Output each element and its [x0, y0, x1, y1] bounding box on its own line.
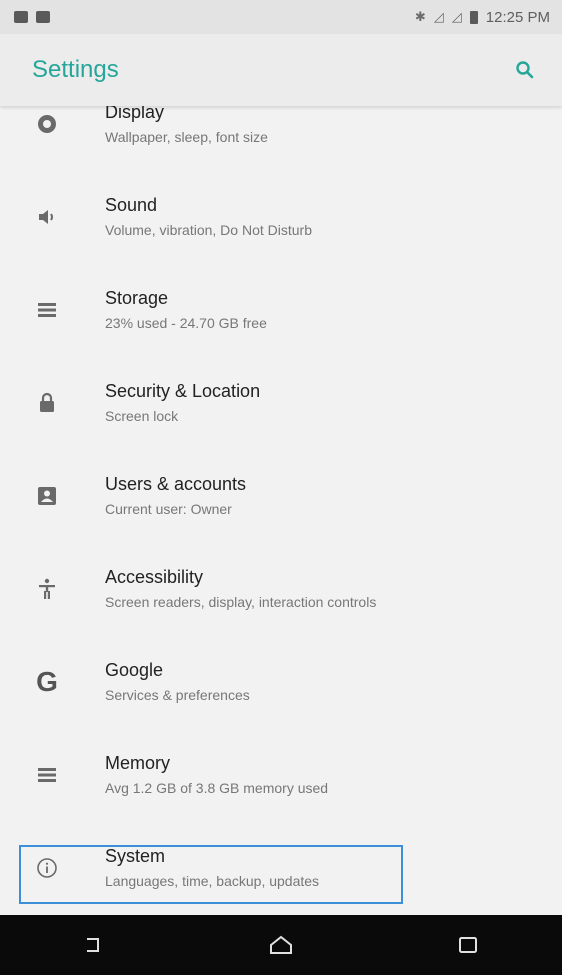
settings-item-title: Accessibility — [105, 566, 204, 587]
settings-item-title: Sound — [105, 194, 158, 215]
google-icon: G — [36, 665, 58, 697]
settings-item-storage[interactable]: Storage 23% used - 24.70 GB free — [0, 263, 562, 356]
battery-icon — [469, 10, 478, 24]
notification-icon — [36, 11, 50, 23]
info-icon — [33, 854, 61, 882]
settings-item-title: Storage — [105, 287, 169, 308]
app-bar: Settings — [0, 34, 562, 106]
volume-icon — [33, 203, 61, 231]
lock-icon — [33, 389, 61, 417]
accessibility-icon — [33, 575, 61, 603]
settings-item-subtitle: Services & preferences — [105, 686, 250, 703]
signal-icon: ◿ — [451, 9, 462, 24]
back-icon — [86, 938, 99, 952]
settings-item-subtitle: Avg 1.2 GB of 3.8 GB memory used — [105, 779, 329, 796]
settings-list: Display Wallpaper, sleep, font size Soun… — [0, 95, 562, 915]
settings-item-subtitle: Screen readers, display, interaction con… — [105, 593, 377, 610]
status-notifications — [0, 11, 50, 23]
settings-item-title: Security & Location — [105, 380, 261, 401]
page-title: Settings — [32, 56, 119, 83]
settings-item-sound[interactable]: Sound Volume, vibration, Do Not Disturb — [0, 170, 562, 263]
recents-button[interactable] — [438, 925, 498, 965]
settings-item-title: Users & accounts — [105, 473, 247, 494]
settings-item-display[interactable]: Display Wallpaper, sleep, font size — [0, 95, 562, 170]
display-icon — [33, 110, 61, 138]
settings-item-security[interactable]: Security & Location Screen lock — [0, 356, 562, 449]
settings-item-users[interactable]: Users & accounts Current user: Owner — [0, 449, 562, 542]
recents-icon — [459, 937, 478, 953]
memory-icon — [33, 761, 61, 789]
search-button[interactable] — [510, 55, 540, 85]
settings-item-system[interactable]: System Languages, time, backup, updates — [0, 821, 562, 914]
status-indicators: ✱ ◿ ◿ 12:25 PM — [415, 9, 562, 26]
account-box-icon — [33, 482, 61, 510]
bluetooth-icon: ✱ — [414, 9, 426, 24]
home-icon — [269, 935, 292, 954]
settings-item-subtitle: Current user: Owner — [105, 500, 232, 517]
search-icon — [516, 61, 534, 79]
settings-item-title: Google — [105, 659, 164, 680]
settings-item-subtitle: Screen lock — [105, 407, 179, 424]
notification-icon — [14, 11, 28, 23]
settings-item-title: System — [105, 845, 166, 866]
settings-item-accessibility[interactable]: Accessibility Screen readers, display, i… — [0, 542, 562, 635]
settings-item-memory[interactable]: Memory Avg 1.2 GB of 3.8 GB memory used — [0, 728, 562, 821]
back-button[interactable] — [64, 925, 124, 965]
settings-item-subtitle: Languages, time, backup, updates — [105, 872, 320, 889]
settings-item-google[interactable]: G Google Services & preferences — [0, 635, 562, 728]
navigation-bar — [0, 915, 562, 975]
status-time: 12:25 PM — [485, 8, 550, 26]
settings-item-subtitle: Volume, vibration, Do Not Disturb — [105, 221, 312, 238]
signal-icon: ◿ — [433, 9, 444, 24]
status-bar: ✱ ◿ ◿ 12:25 PM — [0, 0, 562, 34]
settings-item-subtitle: 23% used - 24.70 GB free — [105, 314, 267, 331]
storage-icon — [33, 296, 61, 324]
settings-item-subtitle: Wallpaper, sleep, font size — [105, 128, 268, 145]
home-button[interactable] — [251, 925, 311, 965]
settings-item-title: Memory — [105, 752, 171, 773]
